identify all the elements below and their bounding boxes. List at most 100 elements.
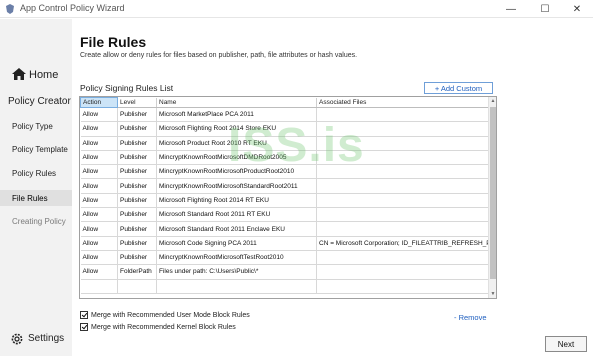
table-row[interactable]: Allow Publisher Microsoft Flighting Root 2… xyxy=(80,193,491,209)
cell-name: Files under path: C:\Users\Public\* xyxy=(156,264,317,280)
close-button[interactable]: ✕ xyxy=(562,0,592,18)
cell-action: Allow xyxy=(80,178,118,194)
table-row[interactable]: Allow Publisher MincryptKnownRootMicrosoft… xyxy=(80,164,491,180)
table-row[interactable]: Allow Publisher Microsoft Product Root 201… xyxy=(80,136,491,151)
title-bar: App Control Policy Wizard — ☐ ✕ xyxy=(0,0,593,18)
cell-level: FolderPath xyxy=(117,264,157,280)
cell-associated-files xyxy=(316,150,491,166)
cell-associated-files xyxy=(316,221,491,237)
cell-associated-files xyxy=(316,207,491,223)
cell-level: Publisher xyxy=(117,193,157,209)
cell-name: Microsoft Flighting Root 2014 Store EKU xyxy=(156,121,317,137)
cell-action: Allow xyxy=(80,236,118,251)
cell-action: Allow xyxy=(80,164,118,180)
cell-associated-files: CN = Microsoft Corporation; ID_FILEATTRI… xyxy=(316,236,491,251)
cell-name: Microsoft MarketPlace PCA 2011 xyxy=(156,107,317,123)
cell-associated-files xyxy=(316,178,491,194)
minimize-icon: — xyxy=(506,3,516,15)
minimize-button[interactable]: — xyxy=(496,0,526,18)
scroll-up-icon[interactable]: ▲ xyxy=(489,97,496,105)
cell-name: Microsoft Code Signing PCA 2011 xyxy=(156,236,317,251)
cell-name: Microsoft Product Root 2010 RT EKU xyxy=(156,136,317,151)
cell-level: Publisher xyxy=(117,121,157,137)
cell-action: Allow xyxy=(80,264,118,280)
cell-action: Allow xyxy=(80,250,118,266)
sidebar-item-policy-template[interactable]: Policy Template xyxy=(12,145,68,154)
cell-name: Microsoft Flighting Root 2014 RT EKU xyxy=(156,193,317,209)
column-header-level[interactable]: Level xyxy=(117,97,157,108)
table-row[interactable]: Allow Publisher MincryptKnownRootMicrosoft… xyxy=(80,178,491,194)
maximize-button[interactable]: ☐ xyxy=(530,0,560,18)
sidebar-settings[interactable]: Settings xyxy=(28,333,64,344)
cell-associated-files xyxy=(316,136,491,151)
gear-icon xyxy=(11,333,23,345)
cell-empty xyxy=(316,279,491,294)
cell-action: Allow xyxy=(80,221,118,237)
add-custom-button[interactable]: + Add Custom xyxy=(424,82,493,94)
cell-level: Publisher xyxy=(117,236,157,251)
table-row[interactable]: Allow Publisher MincryptKnownRootMicrosoft… xyxy=(80,250,491,266)
user-mode-block-rules-label: Merge with Recommended User Mode Block R… xyxy=(91,311,250,319)
cell-associated-files xyxy=(316,121,491,137)
table-vertical-scrollbar[interactable]: ▲ ▼ xyxy=(488,97,496,298)
cell-action: Allow xyxy=(80,150,118,166)
cell-level: Publisher xyxy=(117,150,157,166)
cell-associated-files xyxy=(316,164,491,180)
cell-level: Publisher xyxy=(117,250,157,266)
cell-name: MincryptKnownRootMicrosoftTestRoot2010 xyxy=(156,250,317,266)
kernel-block-rules-checkbox[interactable] xyxy=(80,323,88,331)
table-row[interactable]: Allow Publisher Microsoft Flighting Root 2… xyxy=(80,121,491,137)
sidebar-item-file-rules[interactable]: File Rules xyxy=(12,194,48,203)
kernel-block-rules-label: Merge with Recommended Kernel Block Rule… xyxy=(91,323,236,331)
window-title: App Control Policy Wizard xyxy=(20,3,125,13)
cell-action: Allow xyxy=(80,107,118,123)
home-icon xyxy=(12,68,26,80)
cell-associated-files xyxy=(316,250,491,266)
rules-table[interactable]: Action Level Name Associated Files Allow… xyxy=(79,96,497,299)
remove-button[interactable]: - Remove xyxy=(454,313,487,322)
sidebar-home[interactable]: Home xyxy=(29,69,58,81)
sidebar: Home Policy Creator Policy Type Policy T… xyxy=(0,19,72,356)
cell-action: Allow xyxy=(80,121,118,137)
column-header-associated-files[interactable]: Associated Files xyxy=(316,97,491,108)
user-mode-block-rules-checkbox[interactable] xyxy=(80,311,88,319)
cell-empty xyxy=(80,279,118,294)
cell-empty xyxy=(117,279,157,294)
cell-level: Publisher xyxy=(117,221,157,237)
cell-associated-files xyxy=(316,264,491,280)
cell-name: MincryptKnownRootMicrosoftStandardRoot20… xyxy=(156,178,317,194)
table-row[interactable]: Allow FolderPath Files under path: C:\User… xyxy=(80,264,491,280)
table-row[interactable]: Allow Publisher Microsoft Standard Root 20… xyxy=(80,207,491,223)
column-header-action[interactable]: Action xyxy=(80,97,118,108)
cell-level: Publisher xyxy=(117,164,157,180)
kernel-block-rules-option[interactable]: Merge with Recommended Kernel Block Rule… xyxy=(80,323,236,331)
table-row[interactable]: Allow Publisher Microsoft MarketPlace PCA … xyxy=(80,107,491,123)
sidebar-group-policy-creator[interactable]: Policy Creator xyxy=(8,96,71,107)
cell-level: Publisher xyxy=(117,207,157,223)
cell-action: Allow xyxy=(80,207,118,223)
close-icon: ✕ xyxy=(572,3,582,15)
cell-associated-files xyxy=(316,107,491,123)
scroll-down-icon[interactable]: ▼ xyxy=(489,290,496,298)
app-shield-icon xyxy=(6,4,14,14)
table-row[interactable]: Allow Publisher Microsoft Standard Root 20… xyxy=(80,221,491,237)
table-row[interactable]: Allow Publisher MincryptKnownRootMicrosoft… xyxy=(80,150,491,166)
column-header-name[interactable]: Name xyxy=(156,97,317,108)
cell-name: MincryptKnownRootMicrosoftDMDRoot2005 xyxy=(156,150,317,166)
cell-action: Allow xyxy=(80,193,118,209)
cell-level: Publisher xyxy=(117,107,157,123)
user-mode-block-rules-option[interactable]: Merge with Recommended User Mode Block R… xyxy=(80,311,250,319)
cell-action: Allow xyxy=(80,136,118,151)
cell-level: Publisher xyxy=(117,136,157,151)
scroll-thumb[interactable] xyxy=(490,107,496,279)
table-row[interactable]: Allow Publisher Microsoft Code Signing PCA… xyxy=(80,236,491,251)
table-empty-row xyxy=(80,279,491,294)
cell-name: MincryptKnownRootMicrosoftProductRoot201… xyxy=(156,164,317,180)
sidebar-item-policy-rules[interactable]: Policy Rules xyxy=(12,169,56,178)
cell-associated-files xyxy=(316,193,491,209)
next-button[interactable]: Next xyxy=(545,336,587,352)
cell-empty xyxy=(156,279,317,294)
cell-name: Microsoft Standard Root 2011 RT EKU xyxy=(156,207,317,223)
sidebar-item-policy-type[interactable]: Policy Type xyxy=(12,122,53,131)
sidebar-item-creating-policy[interactable]: Creating Policy xyxy=(12,217,66,226)
